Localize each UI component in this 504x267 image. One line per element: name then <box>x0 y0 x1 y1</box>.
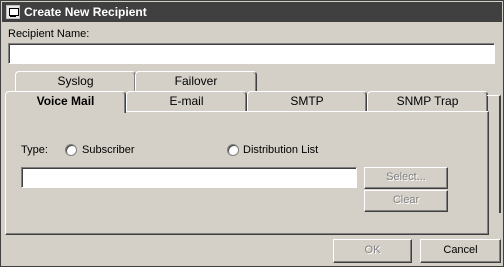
ok-button[interactable]: OK <box>333 239 412 263</box>
tab-voice-mail[interactable]: Voice Mail <box>5 91 126 113</box>
subscriber-label[interactable]: Subscriber <box>82 144 135 156</box>
subscriber-radio[interactable] <box>65 144 77 156</box>
recipient-name-input[interactable] <box>8 43 495 64</box>
tab-snmp-trap[interactable]: SNMP Trap <box>367 91 488 111</box>
voice-mail-panel: Type: Subscriber Distribution List Selec… <box>5 111 489 235</box>
clear-button[interactable]: Clear <box>364 190 448 212</box>
distribution-list-label[interactable]: Distribution List <box>243 144 318 156</box>
app-icon <box>6 5 20 19</box>
tab-smtp[interactable]: SMTP <box>247 91 367 111</box>
tab-email[interactable]: E-mail <box>126 91 247 111</box>
recipient-name-label: Recipient Name: <box>8 28 90 40</box>
distribution-list-radio[interactable] <box>227 144 239 156</box>
selection-field[interactable] <box>21 167 357 188</box>
tab-syslog[interactable]: Syslog <box>15 71 136 91</box>
tab-panel-edge <box>487 95 501 213</box>
create-recipient-dialog: Create New Recipient Recipient Name: Sys… <box>0 0 504 267</box>
cancel-button[interactable]: Cancel <box>420 239 501 263</box>
type-label: Type: <box>21 144 48 156</box>
title-bar[interactable]: Create New Recipient <box>2 2 502 22</box>
tab-failover[interactable]: Failover <box>135 71 257 91</box>
window-title: Create New Recipient <box>24 5 147 19</box>
select-button[interactable]: Select... <box>364 167 448 189</box>
